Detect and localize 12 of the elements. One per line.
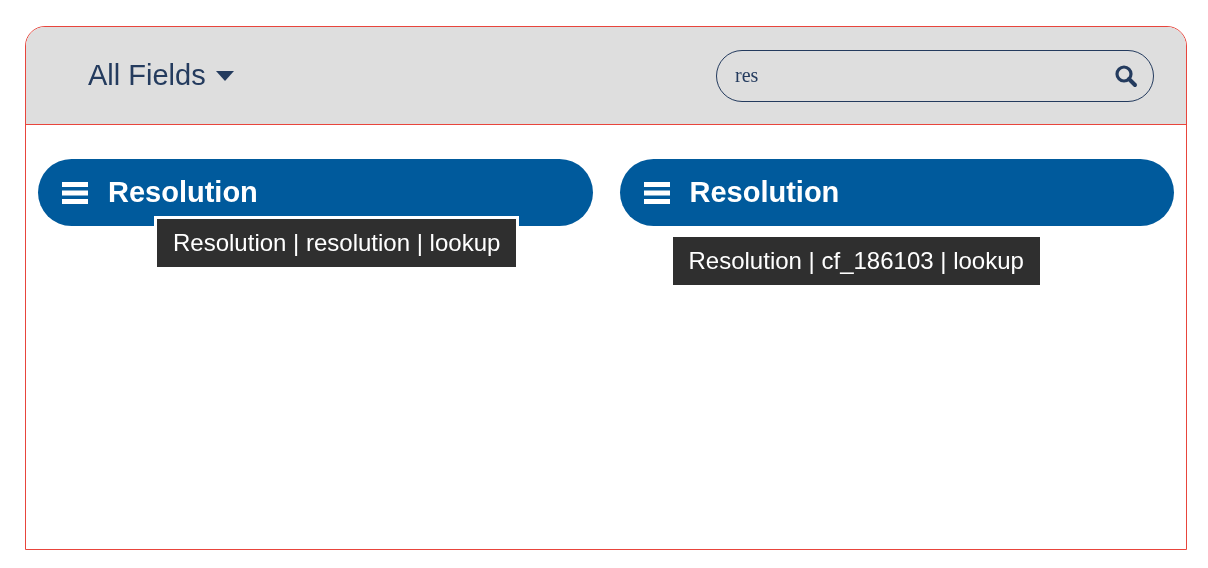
tooltip: Resolution | cf_186103 | lookup [672, 237, 1040, 285]
field-label: Resolution [689, 176, 840, 209]
tooltip: Resolution | resolution | lookup [154, 216, 520, 270]
field-filter-dropdown[interactable]: All Fields [88, 59, 234, 92]
field-label: Resolution [108, 176, 258, 209]
search-icon [1114, 63, 1138, 88]
field-chip[interactable]: Resolution [38, 159, 593, 226]
menu-icon [643, 181, 670, 204]
menu-icon [62, 181, 88, 204]
caret-icon [215, 70, 234, 81]
search-field[interactable]: res [716, 49, 1154, 102]
field-chip[interactable]: Resolution [619, 159, 1174, 226]
